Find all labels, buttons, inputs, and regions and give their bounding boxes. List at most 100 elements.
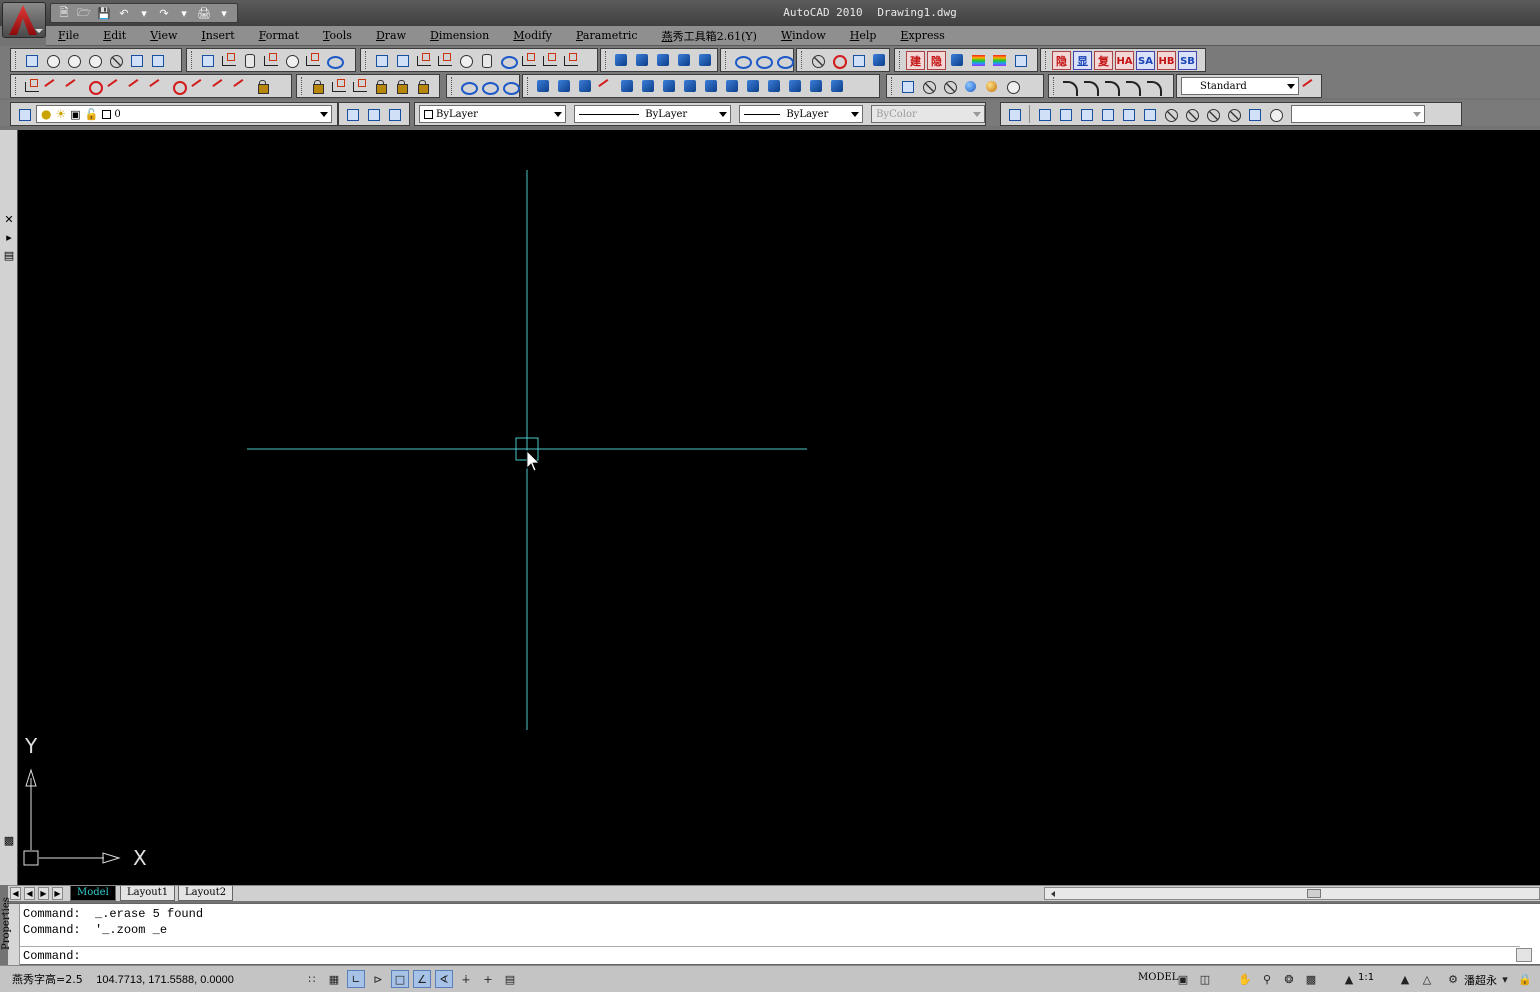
menu-format[interactable]: Format bbox=[247, 29, 311, 42]
auto-hide-icon[interactable]: ▸ bbox=[2, 230, 16, 244]
quick-properties-icon[interactable]: ▤ bbox=[501, 970, 519, 988]
tangent-icon[interactable] bbox=[85, 77, 104, 96]
cylinder-icon[interactable] bbox=[240, 51, 259, 70]
toolbar-grip[interactable] bbox=[15, 77, 18, 95]
aligned-constraint-icon[interactable] bbox=[371, 77, 390, 96]
realistic-icon[interactable] bbox=[961, 77, 980, 96]
extrude-icon[interactable] bbox=[372, 51, 391, 70]
lineweight-icon[interactable]: + bbox=[479, 970, 497, 988]
fix-lock-icon[interactable] bbox=[253, 77, 272, 96]
dynamic-ucs-icon[interactable]: ∢ bbox=[435, 970, 453, 988]
sweep-icon[interactable] bbox=[675, 51, 694, 70]
planar-surface-icon[interactable] bbox=[414, 51, 433, 70]
chevron-down-icon[interactable]: ▾ bbox=[1496, 970, 1514, 988]
toolbar-grip[interactable] bbox=[605, 51, 608, 69]
text-style-editor-icon[interactable] bbox=[1301, 77, 1320, 96]
box-icon[interactable] bbox=[198, 51, 217, 70]
make-current-icon[interactable] bbox=[343, 105, 362, 124]
layer-states-icon[interactable] bbox=[385, 105, 404, 124]
named-views-icon[interactable] bbox=[1005, 105, 1024, 124]
coordinates-readout[interactable]: 104.7713, 171.5588, 0.0000 bbox=[96, 974, 234, 986]
conceptual-icon[interactable] bbox=[982, 77, 1001, 96]
menu-tools[interactable]: Tools bbox=[311, 29, 364, 42]
angular-constraint-icon[interactable] bbox=[392, 77, 411, 96]
perpendicular-icon[interactable] bbox=[148, 77, 167, 96]
create-camera-icon[interactable] bbox=[1245, 105, 1264, 124]
nw-iso-view-icon[interactable] bbox=[1224, 105, 1243, 124]
undo-icon[interactable]: ↶ bbox=[115, 5, 133, 21]
tab-model[interactable]: Model bbox=[70, 886, 116, 901]
left-view-icon[interactable] bbox=[1077, 105, 1096, 124]
workspace-switch-icon[interactable]: ⚙ bbox=[1444, 970, 1462, 988]
right-view-icon[interactable] bbox=[1098, 105, 1117, 124]
delete-faces-icon[interactable] bbox=[597, 77, 616, 96]
layers-color-icon[interactable] bbox=[969, 51, 988, 70]
quick-view-drawings-icon[interactable]: ◫ bbox=[1196, 970, 1214, 988]
model-space-toggle[interactable]: MODEL bbox=[1138, 972, 1178, 983]
shell-icon[interactable] bbox=[807, 77, 826, 96]
menu-window[interactable]: Window bbox=[769, 29, 838, 42]
toolbar-grip[interactable] bbox=[1053, 77, 1056, 95]
toolbar-grip[interactable] bbox=[725, 51, 728, 69]
cylinder-surface-icon[interactable] bbox=[477, 51, 496, 70]
copy-edges-icon[interactable] bbox=[702, 77, 721, 96]
loop-intersect-icon[interactable] bbox=[500, 77, 520, 96]
mesh-icon[interactable] bbox=[43, 51, 62, 70]
workspace-name[interactable]: 潘超永 bbox=[1464, 972, 1497, 988]
refine-mesh-icon[interactable] bbox=[85, 51, 104, 70]
horizontal-scrollbar[interactable] bbox=[1044, 887, 1540, 900]
subtract-icon[interactable] bbox=[753, 51, 773, 70]
annotation-scale-value[interactable]: 1:1 bbox=[1358, 972, 1374, 983]
back-view-icon[interactable] bbox=[1140, 105, 1159, 124]
toolbar-grip[interactable] bbox=[451, 77, 454, 95]
se-iso-view-icon[interactable] bbox=[1182, 105, 1201, 124]
spline-cv-icon[interactable] bbox=[1102, 77, 1121, 96]
split-face-icon[interactable] bbox=[148, 51, 167, 70]
toolbar-grip[interactable] bbox=[365, 51, 368, 69]
application-menu-button[interactable] bbox=[2, 2, 46, 38]
concentric-icon[interactable] bbox=[169, 77, 188, 96]
spline-icon[interactable] bbox=[1060, 77, 1079, 96]
palette-properties-icon[interactable]: ▤ bbox=[2, 248, 16, 262]
toolbar-grip[interactable] bbox=[15, 51, 18, 69]
horizontal-icon[interactable] bbox=[106, 77, 125, 96]
radial-constraint-icon[interactable] bbox=[413, 77, 432, 96]
annotation-visibility-icon[interactable]: ▲ bbox=[1396, 970, 1414, 988]
symmetric-icon[interactable] bbox=[211, 77, 230, 96]
torus-icon[interactable] bbox=[324, 51, 344, 70]
check-icon[interactable] bbox=[828, 77, 847, 96]
linear-dimension-icon[interactable] bbox=[22, 77, 41, 96]
smooth-icon[interactable] bbox=[190, 77, 209, 96]
vertical-icon[interactable] bbox=[127, 77, 146, 96]
polar-tracking-icon[interactable]: ⊳ bbox=[369, 970, 387, 988]
hide-tag-icon[interactable]: 隐 bbox=[927, 50, 946, 70]
section-plane-icon[interactable] bbox=[696, 51, 715, 70]
horizontal-constraint-icon[interactable] bbox=[329, 77, 348, 96]
toolbar-grip[interactable] bbox=[899, 51, 902, 69]
object-snap-tracking-icon[interactable]: ∠ bbox=[413, 970, 431, 988]
next-tab-icon[interactable]: ▶ bbox=[38, 887, 49, 900]
pan-icon[interactable]: ✋ bbox=[1236, 970, 1254, 988]
toolbar-lock-icon[interactable]: 🔒 bbox=[1516, 970, 1534, 988]
layer-combo[interactable]: ● ☀ ▣ 🔓 0 bbox=[36, 105, 332, 123]
2d-wireframe-icon[interactable] bbox=[898, 77, 917, 96]
dynamic-input-icon[interactable]: ∔ bbox=[457, 970, 475, 988]
scroll-left-icon[interactable] bbox=[1051, 891, 1055, 897]
polysolid-icon[interactable] bbox=[22, 51, 41, 70]
toolbar-grip[interactable] bbox=[801, 51, 804, 69]
menu-file[interactable]: File bbox=[46, 29, 91, 42]
union-icon[interactable] bbox=[732, 51, 752, 70]
menu-dimension[interactable]: Dimension bbox=[418, 29, 501, 42]
command-input-row[interactable]: Command: bbox=[20, 946, 1520, 964]
dome-icon[interactable] bbox=[519, 51, 538, 70]
lineweight-combo[interactable]: ByLayer bbox=[739, 105, 864, 123]
menu-draw[interactable]: Draw bbox=[364, 29, 418, 42]
loft-icon[interactable] bbox=[633, 51, 652, 70]
steering-wheel-icon[interactable]: ❂ bbox=[1280, 970, 1298, 988]
bottom-view-icon[interactable] bbox=[1056, 105, 1075, 124]
layout-view-icon[interactable]: ▣ bbox=[1174, 970, 1192, 988]
build-tag-icon[interactable]: 建 bbox=[906, 50, 925, 70]
show-icon[interactable]: 显 bbox=[1073, 50, 1092, 70]
drawing-canvas[interactable]: Y X bbox=[8, 130, 1540, 885]
ortho-mode-icon[interactable]: ∟ bbox=[347, 970, 365, 988]
